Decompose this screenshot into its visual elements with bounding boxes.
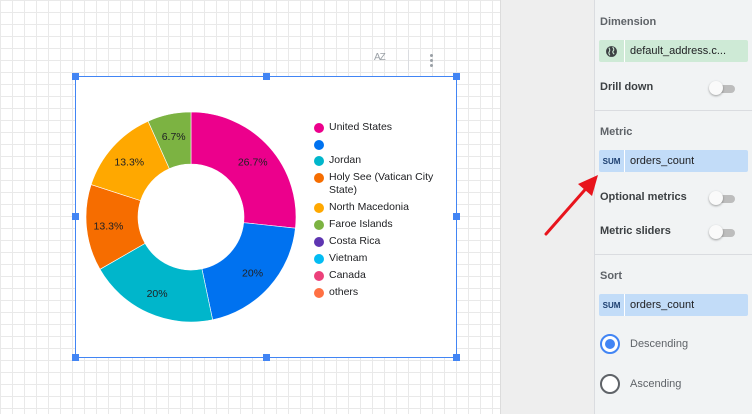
slice-label: 6.7% xyxy=(162,131,186,143)
sort-aggregation-tag: SUM xyxy=(599,294,625,316)
legend-item[interactable]: Jordan xyxy=(314,154,434,167)
drill-down-toggle[interactable] xyxy=(709,81,736,95)
slice-label: 20% xyxy=(242,268,263,280)
legend-item[interactable]: North Macedonia xyxy=(314,201,434,214)
slice-label: 20% xyxy=(147,288,168,300)
sort-chip[interactable]: SUM orders_count xyxy=(599,294,748,316)
descending-radio[interactable] xyxy=(600,334,620,354)
metric-sliders-toggle[interactable] xyxy=(709,225,736,239)
legend-swatch xyxy=(314,140,324,150)
legend-item[interactable]: others xyxy=(314,286,434,299)
legend-item[interactable]: Costa Rica xyxy=(314,235,434,248)
red-arrow-annotation xyxy=(544,175,598,236)
metric-title: Metric xyxy=(600,126,633,138)
legend-swatch xyxy=(314,220,324,230)
sort-field-name: orders_count xyxy=(630,299,695,311)
legend-swatch xyxy=(314,123,324,133)
metric-sliders-label: Metric sliders xyxy=(600,225,671,237)
legend-item[interactable]: Holy See (Vatican City State) xyxy=(314,171,434,197)
drill-down-label: Drill down xyxy=(600,81,654,93)
legend-item[interactable]: Vietnam xyxy=(314,252,434,265)
legend-label: others xyxy=(329,286,359,298)
legend-label: Vietnam xyxy=(329,252,368,264)
legend-item[interactable]: Canada xyxy=(314,269,434,282)
legend-swatch xyxy=(314,271,324,281)
slice-label: 26.7% xyxy=(238,157,268,169)
legend-swatch xyxy=(314,288,324,298)
legend-swatch xyxy=(314,203,324,213)
legend-swatch xyxy=(314,254,324,264)
legend-label: Faroe Islands xyxy=(329,218,393,230)
legend-swatch xyxy=(314,237,324,247)
ascending-radio[interactable] xyxy=(600,374,620,394)
panel-divider xyxy=(595,110,752,111)
globe-icon xyxy=(599,40,625,62)
legend-swatch xyxy=(314,173,324,183)
descending-label[interactable]: Descending xyxy=(630,338,688,350)
sort-title: Sort xyxy=(600,270,622,282)
metric-aggregation-tag: SUM xyxy=(599,150,625,172)
legend-item[interactable]: United States xyxy=(314,121,434,134)
dimension-title: Dimension xyxy=(600,16,657,28)
dimension-field-name: default_address.c... xyxy=(630,45,727,57)
legend-label: Jordan xyxy=(329,154,362,166)
pie-slice[interactable] xyxy=(190,111,297,229)
slice-label: 13.3% xyxy=(94,221,124,233)
metric-field-name: orders_count xyxy=(630,155,695,167)
legend-label: Canada xyxy=(329,269,366,281)
legend-item[interactable] xyxy=(314,138,434,150)
optional-metrics-label: Optional metrics xyxy=(600,191,687,203)
chart-legend: United States Jordan Holy See (Vatican Cit… xyxy=(314,121,434,303)
legend-label: Holy See (Vatican City State) xyxy=(329,171,434,196)
legend-swatch xyxy=(314,156,324,166)
legend-label: North Macedonia xyxy=(329,201,409,213)
slice-label: 13.3% xyxy=(114,157,144,169)
optional-metrics-toggle[interactable] xyxy=(709,191,736,205)
legend-item[interactable]: Faroe Islands xyxy=(314,218,434,231)
legend-label: Costa Rica xyxy=(329,235,381,247)
properties-panel xyxy=(594,0,752,414)
panel-divider xyxy=(595,254,752,255)
ascending-label[interactable]: Ascending xyxy=(630,378,681,390)
legend-label: United States xyxy=(329,121,393,133)
metric-chip[interactable]: SUM orders_count xyxy=(599,150,748,172)
dimension-chip[interactable]: default_address.c... xyxy=(599,40,748,62)
